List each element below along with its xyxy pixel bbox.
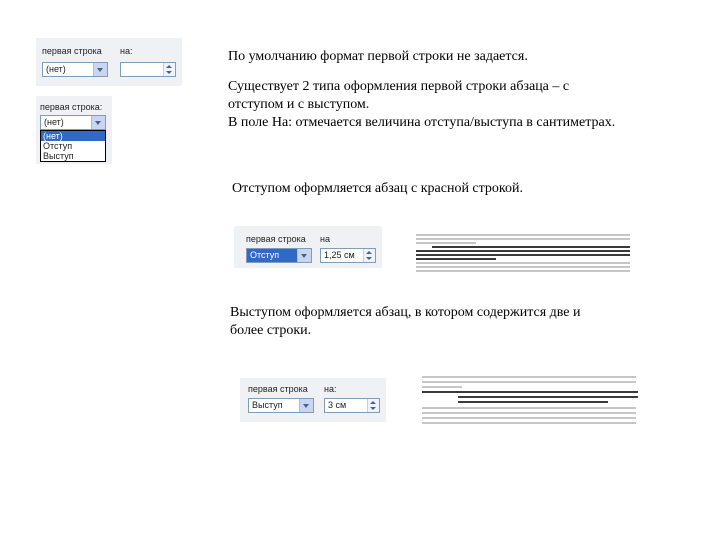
- first-line-combo[interactable]: Отступ: [246, 248, 312, 263]
- first-line-label: первая строка: [248, 384, 308, 394]
- first-line-combo[interactable]: Выступ: [248, 398, 314, 413]
- first-line-combo[interactable]: (нет): [40, 115, 106, 130]
- on-label: на: [320, 234, 330, 244]
- indent-spinner[interactable]: 1,25 см: [320, 248, 376, 263]
- first-line-panel-dropdown: первая строка: (нет) (нет) Отступ Выступ: [36, 96, 112, 164]
- first-line-panel-indent: первая строка на Отступ 1,25 см: [234, 226, 382, 268]
- on-label: на:: [324, 384, 337, 394]
- text-on-field: В поле На: отмечается величина отступа/в…: [228, 115, 616, 130]
- first-line-label: первая строка: [42, 46, 102, 56]
- indent-spinner-value: 1,25 см: [324, 250, 355, 260]
- indent-spinner[interactable]: 3 см: [324, 398, 380, 413]
- text-indent-desc: Отступом оформляется абзац с красной стр…: [232, 181, 524, 196]
- spinner-arrows-icon[interactable]: [363, 249, 375, 262]
- indent-spinner[interactable]: [120, 62, 176, 77]
- first-line-label: первая строка: [246, 234, 306, 244]
- first-line-panel-default: первая строка на: (нет): [36, 38, 182, 86]
- text-two-types-2: отступом и с выступом.: [228, 97, 370, 112]
- text-hanging-desc-1: Выступом оформляется абзац, в котором со…: [230, 305, 581, 320]
- spinner-arrows-icon[interactable]: [163, 63, 175, 76]
- indent-paragraph-preview: [414, 234, 632, 274]
- text-hanging-desc-2: более строки.: [230, 323, 312, 338]
- chevron-down-icon[interactable]: [299, 399, 313, 412]
- option-indent[interactable]: Отступ: [41, 141, 105, 151]
- first-line-combo-value: Выступ: [252, 400, 283, 410]
- first-line-label: первая строка:: [40, 102, 103, 112]
- spinner-arrows-icon[interactable]: [367, 399, 379, 412]
- on-label: на:: [120, 46, 133, 56]
- hanging-paragraph-preview: [420, 376, 640, 426]
- text-two-types-1: Существует 2 типа оформления первой стро…: [228, 79, 570, 94]
- first-line-options-list: (нет) Отступ Выступ: [40, 130, 106, 162]
- first-line-combo-value: Отступ: [250, 250, 280, 260]
- chevron-down-icon[interactable]: [91, 116, 105, 129]
- option-none[interactable]: (нет): [41, 131, 105, 141]
- chevron-down-icon[interactable]: [297, 249, 311, 262]
- first-line-combo[interactable]: (нет): [42, 62, 108, 77]
- first-line-combo-value: (нет): [46, 64, 66, 74]
- indent-spinner-value: 3 см: [328, 400, 347, 410]
- text-default-format: По умолчанию формат первой строки не зад…: [228, 49, 528, 64]
- first-line-combo-value: (нет): [44, 117, 64, 127]
- chevron-down-icon[interactable]: [93, 63, 107, 76]
- option-hanging[interactable]: Выступ: [41, 151, 105, 161]
- first-line-panel-hanging: первая строка на: Выступ 3 см: [240, 378, 386, 422]
